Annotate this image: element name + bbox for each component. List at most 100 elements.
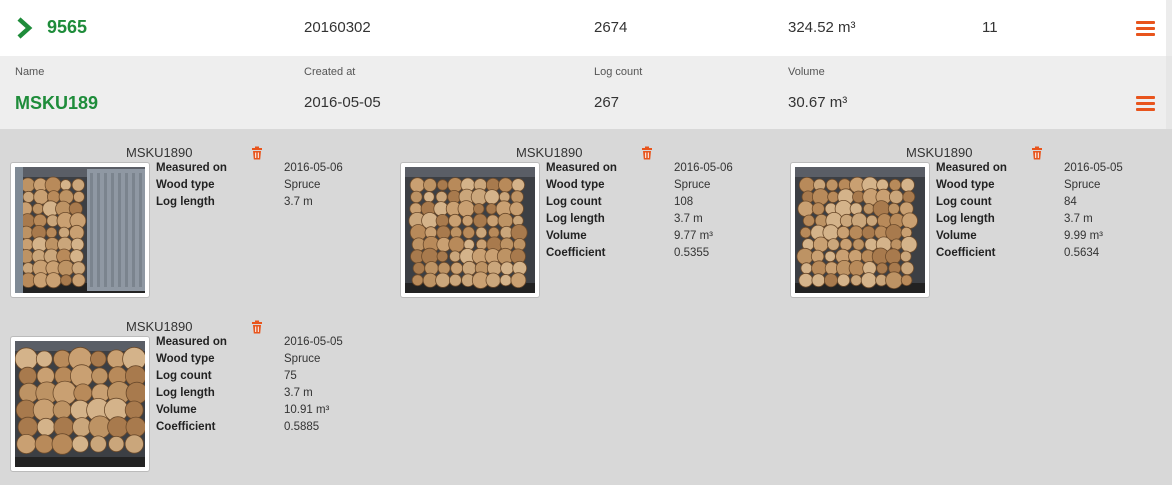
- property-value: 0.5355: [674, 247, 710, 259]
- property-row: Log length 3.7 m: [936, 213, 1172, 230]
- property-row: Log count 75: [156, 370, 396, 387]
- property-label: Wood type: [936, 179, 995, 191]
- property-row: Coefficient 0.5355: [546, 247, 786, 264]
- property-value: 9.99 m³: [1064, 230, 1103, 242]
- property-row: Log count 108: [546, 196, 786, 213]
- property-label: Log length: [936, 213, 995, 225]
- container-volume: 30.67 m³: [788, 94, 848, 111]
- property-value: 3.7 m: [284, 196, 313, 208]
- property-value: 3.7 m: [284, 387, 313, 399]
- property-label: Volume: [156, 404, 197, 416]
- batch-id[interactable]: 9565: [47, 17, 87, 38]
- property-label: Measured on: [156, 162, 227, 174]
- property-row: Measured on 2016-05-06: [546, 162, 786, 179]
- log-stack-image: [405, 167, 535, 293]
- property-label: Log length: [156, 387, 215, 399]
- property-label: Wood type: [156, 353, 215, 365]
- property-label: Wood type: [546, 179, 605, 191]
- property-label: Volume: [546, 230, 587, 242]
- property-row: Log count 84: [936, 196, 1172, 213]
- log-stack-image: [15, 341, 145, 467]
- property-row: Measured on 2016-05-05: [936, 162, 1172, 179]
- property-label: Coefficient: [156, 421, 216, 433]
- property-label: Log length: [546, 213, 605, 225]
- property-label: Coefficient: [936, 247, 996, 259]
- container-created-at: 2016-05-05: [304, 94, 381, 111]
- property-label: Log length: [156, 196, 215, 208]
- created-at-label: Created at: [304, 66, 356, 78]
- property-row: Volume 10.91 m³: [156, 404, 396, 421]
- property-value: 0.5634: [1064, 247, 1100, 259]
- measurement-title: MSKU1890: [126, 145, 193, 160]
- log-count-label: Log count: [594, 66, 643, 78]
- log-stack-image: [15, 167, 145, 293]
- property-label: Wood type: [156, 179, 215, 191]
- property-value: 75: [284, 370, 297, 382]
- property-value: 2016-05-05: [284, 336, 343, 348]
- property-row: Volume 9.77 m³: [546, 230, 786, 247]
- property-row: Log length 3.7 m: [546, 213, 786, 230]
- container-log-count: 267: [594, 94, 620, 111]
- volume-label: Volume: [788, 66, 825, 78]
- property-row: Wood type Spruce: [156, 353, 396, 370]
- property-value: 3.7 m: [674, 213, 703, 225]
- property-value: 0.5885: [284, 421, 320, 433]
- property-label: Volume: [936, 230, 977, 242]
- log-photo-thumbnail[interactable]: [10, 162, 150, 298]
- property-label: Measured on: [546, 162, 617, 174]
- property-row: Coefficient 0.5885: [156, 421, 396, 438]
- property-row: Wood type Spruce: [156, 179, 396, 196]
- property-label: Measured on: [936, 162, 1007, 174]
- measurement-card[interactable]: MSKU1890 Measured on 2016-05-05 Wood typ…: [790, 144, 1170, 304]
- chevron-right-icon[interactable]: [15, 17, 33, 39]
- log-stack-image: [795, 167, 925, 293]
- trash-icon[interactable]: [250, 320, 264, 334]
- container-name[interactable]: MSKU189: [15, 93, 98, 114]
- batch-log-count: 2674: [594, 19, 628, 36]
- property-value: 108: [674, 196, 694, 208]
- measurement-card[interactable]: MSKU1890 Measured on 2016-05-05 Wood typ…: [10, 318, 390, 478]
- container-row[interactable]: Name Created at Log count Volume MSKU189…: [0, 56, 1172, 129]
- measurement-card[interactable]: MSKU1890 Measured on 2016-05-06 Wood typ…: [10, 144, 390, 304]
- log-photo-thumbnail[interactable]: [400, 162, 540, 298]
- batch-volume: 324.52 m³: [788, 19, 856, 36]
- property-label: Measured on: [156, 336, 227, 348]
- measurement-card[interactable]: MSKU1890 Measured on 2016-05-06 Wood typ…: [400, 144, 780, 304]
- property-row: Log length 3.7 m: [156, 387, 396, 404]
- log-photo-thumbnail[interactable]: [790, 162, 930, 298]
- log-photo-thumbnail[interactable]: [10, 336, 150, 472]
- property-value: Spruce: [284, 353, 321, 365]
- hamburger-menu-icon[interactable]: [1136, 21, 1155, 36]
- property-row: Coefficient 0.5634: [936, 247, 1172, 264]
- hamburger-menu-icon[interactable]: [1136, 96, 1155, 111]
- property-label: Coefficient: [546, 247, 606, 259]
- property-value: Spruce: [284, 179, 321, 191]
- property-value: Spruce: [1064, 179, 1101, 191]
- property-label: Log count: [546, 196, 602, 208]
- property-row: Wood type Spruce: [546, 179, 786, 196]
- property-value: 2016-05-05: [1064, 162, 1123, 174]
- property-row: Measured on 2016-05-05: [156, 336, 396, 353]
- name-label: Name: [15, 66, 45, 78]
- property-value: 3.7 m: [1064, 213, 1093, 225]
- trash-icon[interactable]: [1030, 146, 1044, 160]
- property-label: Log count: [936, 196, 992, 208]
- trash-icon[interactable]: [250, 146, 264, 160]
- property-value: 84: [1064, 196, 1077, 208]
- batch-row[interactable]: 9565 20160302 2674 324.52 m³ 11: [0, 0, 1172, 56]
- property-value: Spruce: [674, 179, 711, 191]
- measurement-title: MSKU1890: [906, 145, 973, 160]
- property-value: 2016-05-06: [674, 162, 733, 174]
- property-label: Log count: [156, 370, 212, 382]
- property-value: 9.77 m³: [674, 230, 713, 242]
- property-row: Measured on 2016-05-06: [156, 162, 396, 179]
- property-value: 10.91 m³: [284, 404, 330, 416]
- measurement-title: MSKU1890: [126, 319, 193, 334]
- measurement-title: MSKU1890: [516, 145, 583, 160]
- property-row: Wood type Spruce: [936, 179, 1172, 196]
- trash-icon[interactable]: [640, 146, 654, 160]
- property-row: Log length 3.7 m: [156, 196, 396, 213]
- property-value: 2016-05-06: [284, 162, 343, 174]
- property-row: Volume 9.99 m³: [936, 230, 1172, 247]
- batch-count: 11: [982, 19, 998, 36]
